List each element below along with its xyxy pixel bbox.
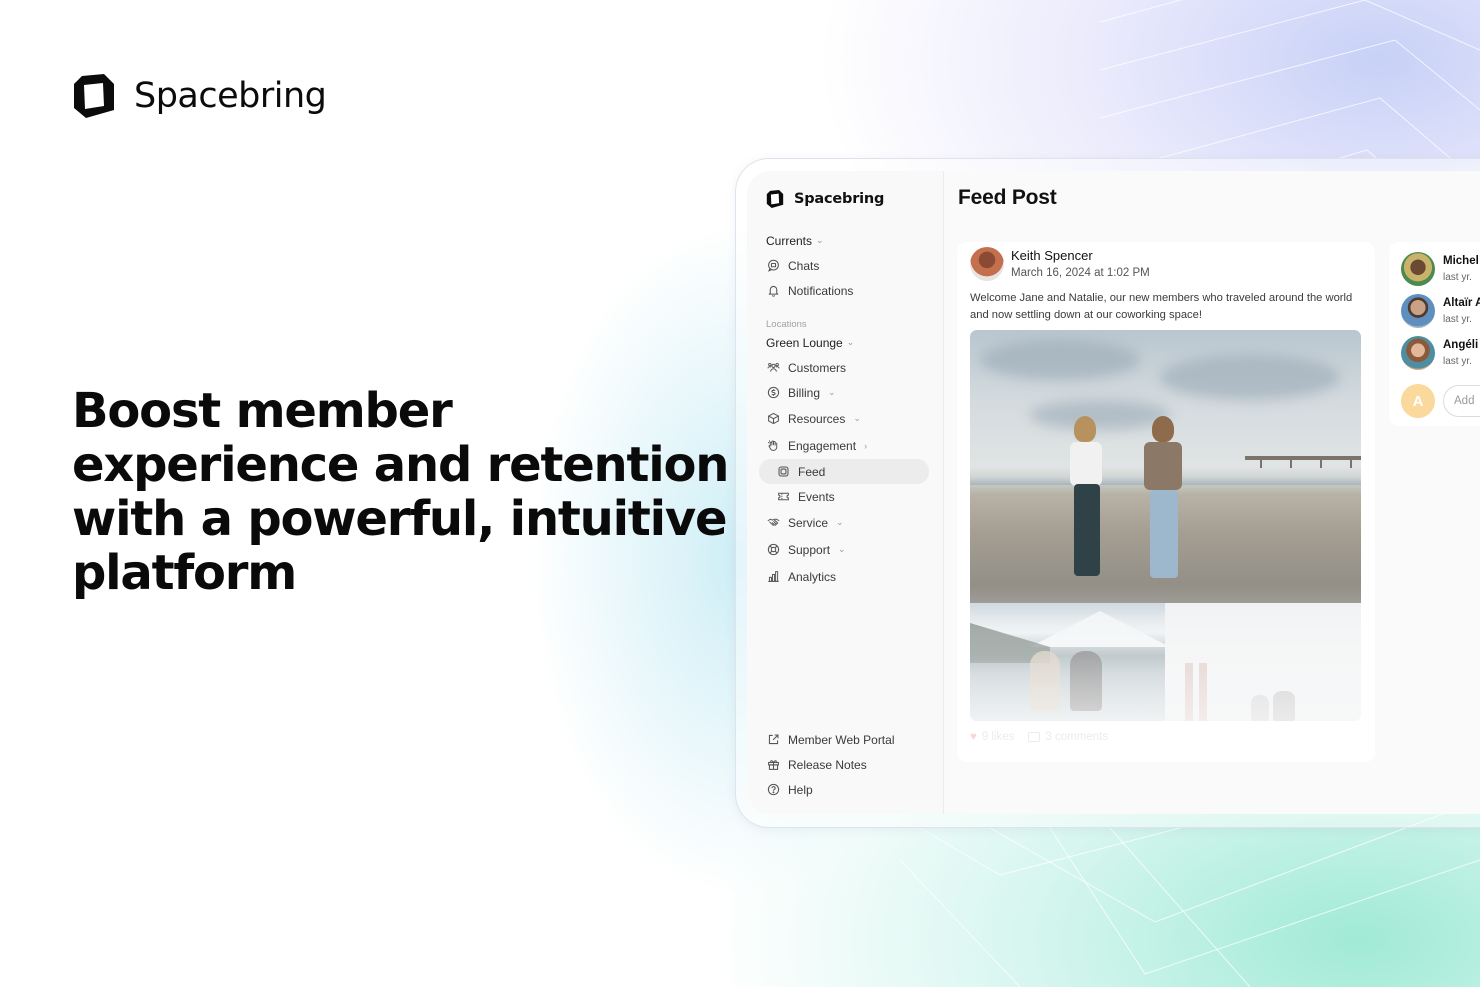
spacebring-logo-icon xyxy=(766,190,784,208)
feed-post: Keith Spencer March 16, 2024 at 1:02 PM … xyxy=(957,242,1375,762)
add-comment: A Add xyxy=(1401,384,1480,418)
sidebar-item-label: Billing xyxy=(788,385,821,400)
avatar xyxy=(1401,252,1435,286)
external-link-icon xyxy=(766,732,781,747)
post-text: Welcome Jane and Natalie, our new member… xyxy=(970,292,1353,321)
sidebar-item-label: Analytics xyxy=(788,569,837,584)
chevron-down-icon: ⌄ xyxy=(838,544,846,554)
chevron-down-icon: ⌄ xyxy=(836,517,844,527)
chevron-right-icon: › xyxy=(864,440,868,451)
location-selector[interactable]: Green Lounge ⌄ xyxy=(747,330,943,355)
ticket-icon xyxy=(776,489,791,504)
sidebar-item-help[interactable]: Help xyxy=(747,777,943,802)
bell-icon xyxy=(766,283,781,298)
heart-icon: ♥ xyxy=(970,731,977,743)
comment-item[interactable]: Altaïr A last yr. xyxy=(1401,294,1480,328)
sidebar-item-service[interactable]: Service ⌄ xyxy=(747,509,943,536)
photo-fade-overlay xyxy=(970,585,1361,721)
chevron-down-icon: ⌄ xyxy=(816,235,824,245)
post-timestamp: March 16, 2024 at 1:02 PM xyxy=(1011,267,1150,279)
likes-button[interactable]: ♥ 9 likes xyxy=(970,731,1014,743)
section-label-locations: Locations xyxy=(766,319,807,330)
chart-icon xyxy=(766,569,781,584)
comment-time: last yr. xyxy=(1443,314,1472,325)
avatar xyxy=(1401,336,1435,370)
sidebar-item-label: Chats xyxy=(788,258,820,273)
main-content: Feed Post Keith Spencer March 16, 2024 a… xyxy=(944,171,1480,814)
gift-icon xyxy=(766,757,781,772)
sidebar-item-label: Events xyxy=(798,489,835,504)
app-window: Spacebring Currents ⌄ Chats Notification… xyxy=(747,171,1480,814)
sidebar-item-customers[interactable]: Customers xyxy=(747,355,943,380)
handshake-icon xyxy=(766,515,781,530)
brand: Spacebring xyxy=(72,72,327,120)
sidebar-item-billing[interactable]: Billing ⌄ xyxy=(747,380,943,405)
comments-button[interactable]: 3 comments xyxy=(1028,731,1108,743)
sidebar-item-member-web-portal[interactable]: Member Web Portal xyxy=(747,727,943,752)
sidebar-item-label: Help xyxy=(788,782,813,797)
feed-icon xyxy=(776,464,791,479)
sidebar-item-label: Support xyxy=(788,542,831,557)
comment-input[interactable]: Add xyxy=(1443,385,1480,417)
post-author[interactable]: Keith Spencer xyxy=(1011,248,1093,263)
comment-author: Angéli xyxy=(1443,339,1479,351)
dollar-icon xyxy=(766,385,781,400)
comment-time: last yr. xyxy=(1443,272,1472,283)
sidebar-item-feed[interactable]: Feed xyxy=(759,459,929,484)
help-icon xyxy=(766,782,781,797)
spacebring-logo-icon xyxy=(74,74,114,118)
page-title: Feed Post xyxy=(958,186,1057,209)
comment-author: Michel xyxy=(1443,255,1479,267)
sidebar-item-support[interactable]: Support ⌄ xyxy=(747,536,943,563)
chevron-down-icon: ⌄ xyxy=(828,387,836,397)
sidebar-item-label: Resources xyxy=(788,411,846,426)
sidebar-item-label: Notifications xyxy=(788,283,854,298)
post-photos xyxy=(970,330,1361,721)
location-label: Green Lounge xyxy=(766,335,843,350)
sidebar-item-label: Engagement xyxy=(788,438,857,453)
sidebar-item-label: Feed xyxy=(798,464,826,479)
headline: Boost member experience and retention wi… xyxy=(72,383,729,601)
post-meta: ♥ 9 likes 3 comments xyxy=(970,731,1108,743)
nav-locations: Locations Green Lounge ⌄ Customers Billi… xyxy=(747,312,943,590)
chevron-down-icon: ⌄ xyxy=(846,337,855,347)
nav-footer: Member Web Portal Release Notes Help xyxy=(747,727,943,802)
sidebar-item-label: Customers xyxy=(788,360,847,375)
likes-count: 9 likes xyxy=(981,731,1015,743)
comment-icon xyxy=(1028,732,1041,742)
sidebar-item-label: Release Notes xyxy=(788,757,867,772)
chat-icon xyxy=(766,258,781,273)
customers-icon xyxy=(766,360,781,375)
lifebuoy-icon xyxy=(766,542,781,557)
sidebar-item-release-notes[interactable]: Release Notes xyxy=(747,752,943,777)
sidebar-item-resources[interactable]: Resources ⌄ xyxy=(747,405,943,432)
comment-time: last yr. xyxy=(1443,356,1472,367)
nav-currents: Currents ⌄ Chats Notifications xyxy=(747,228,943,303)
brand-name: Spacebring xyxy=(134,76,327,116)
comment-item[interactable]: Angéli last yr. xyxy=(1401,336,1478,370)
current-user-avatar: A xyxy=(1401,384,1435,418)
comment-item[interactable]: Michel last yr. xyxy=(1401,252,1479,286)
sidebar-brand[interactable]: Spacebring xyxy=(766,189,884,209)
comments-count: 3 comments xyxy=(1045,731,1109,743)
sidebar-item-chats[interactable]: Chats xyxy=(747,253,943,278)
avatar xyxy=(1401,294,1435,328)
comments-panel: Michel last yr. Altaïr A last yr. Angéli… xyxy=(1389,242,1480,426)
sidebar-brand-name: Spacebring xyxy=(794,191,885,207)
author-avatar[interactable] xyxy=(970,247,1004,281)
nav-group-currents[interactable]: Currents ⌄ xyxy=(747,228,943,253)
cube-icon xyxy=(766,411,781,426)
sidebar-item-analytics[interactable]: Analytics xyxy=(747,563,943,590)
beach-photo[interactable] xyxy=(970,330,1361,603)
sidebar: Spacebring Currents ⌄ Chats Notification… xyxy=(747,171,944,814)
sidebar-item-label: Member Web Portal xyxy=(788,732,895,747)
hand-icon xyxy=(766,438,781,453)
sidebar-item-notifications[interactable]: Notifications xyxy=(747,278,943,303)
chevron-down-icon: ⌄ xyxy=(853,413,861,423)
sidebar-item-events[interactable]: Events xyxy=(747,484,943,509)
nav-group-label: Currents xyxy=(766,233,813,248)
sidebar-item-engagement[interactable]: Engagement › xyxy=(747,432,943,459)
comment-author: Altaïr A xyxy=(1443,297,1480,309)
sidebar-item-label: Service xyxy=(788,515,829,530)
